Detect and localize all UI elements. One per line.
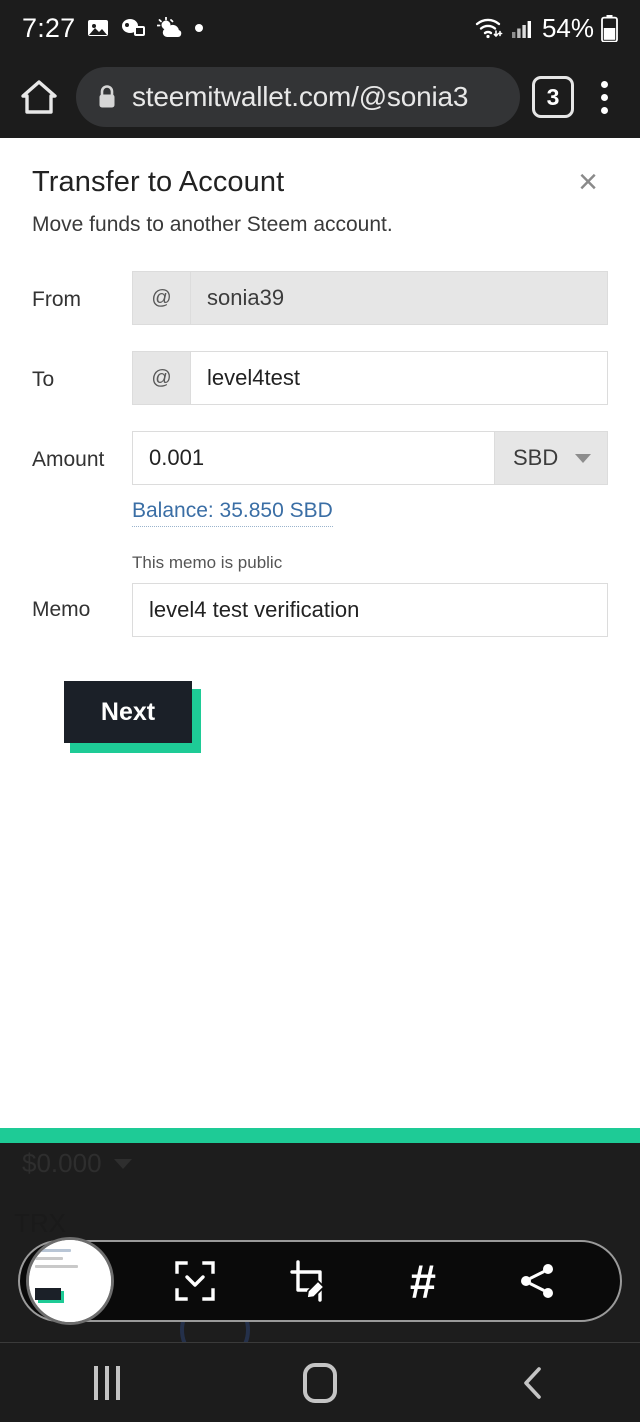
to-input[interactable]: level4test <box>190 351 608 405</box>
to-input-group[interactable]: @ level4test <box>132 351 608 405</box>
status-time: 7:27 <box>22 13 75 44</box>
screenshot-thumbnail[interactable] <box>26 1237 114 1325</box>
transfer-modal: × Transfer to Account Move funds to anot… <box>0 138 640 749</box>
browser-toolbar: steemitwallet.com/@sonia3 3 <box>0 56 640 138</box>
to-field-wrap: @ level4test <box>132 351 608 405</box>
page-content: × Transfer to Account Move funds to anot… <box>0 138 640 1128</box>
thumb-line <box>35 1249 71 1252</box>
amount-input[interactable]: 0.001 <box>132 431 495 485</box>
from-input-group: @ sonia39 <box>132 271 608 325</box>
image-icon <box>86 16 110 40</box>
from-field-wrap: @ sonia39 <box>132 271 608 325</box>
background-token-label: TRX <box>14 1208 66 1239</box>
url-text: steemitwallet.com/@sonia3 <box>132 81 468 113</box>
accent-divider <box>0 1128 640 1143</box>
memo-hint: This memo is public <box>132 553 608 573</box>
thumb-line <box>35 1265 78 1268</box>
memo-input[interactable]: level4 test verification <box>132 583 608 637</box>
modal-subtitle: Move funds to another Steem account. <box>32 213 608 237</box>
status-bar-right: 54% <box>474 13 618 44</box>
form-row-from: From @ sonia39 <box>32 271 608 325</box>
hashtag-glyph: # <box>410 1258 436 1305</box>
battery-percent: 54% <box>542 13 594 44</box>
scroll-capture-icon[interactable] <box>166 1252 224 1310</box>
android-nav-bar <box>0 1342 640 1422</box>
currency-value: SBD <box>513 445 558 471</box>
more-options-icon[interactable] <box>582 75 626 119</box>
thumb-button <box>35 1288 61 1300</box>
status-bar-left: 7:27 <box>22 13 474 44</box>
next-button-wrap: Next <box>64 681 200 749</box>
next-button[interactable]: Next <box>64 681 192 743</box>
tab-count-button[interactable]: 3 <box>532 76 574 118</box>
page-title: Transfer to Account <box>32 166 608 199</box>
status-bar: 7:27 <box>0 0 640 56</box>
recents-button[interactable] <box>52 1343 162 1422</box>
phone-screen: 7:27 <box>0 0 640 1422</box>
close-icon[interactable]: × <box>566 160 610 204</box>
cellular-signal-icon <box>511 17 535 39</box>
from-input: sonia39 <box>190 271 608 325</box>
lock-icon <box>96 84 118 110</box>
dot-icon <box>194 23 204 33</box>
form-row-to: To @ level4test <box>32 351 608 405</box>
currency-select[interactable]: SBD <box>495 431 608 485</box>
thumb-line <box>35 1257 63 1260</box>
back-chevron-icon <box>516 1363 550 1403</box>
from-label: From <box>32 271 132 312</box>
weather-icon <box>157 17 183 39</box>
wifi-icon <box>474 16 504 40</box>
memo-label: Memo <box>32 553 132 622</box>
crop-edit-icon[interactable] <box>280 1252 338 1310</box>
amount-input-group: 0.001 SBD <box>132 431 608 485</box>
back-button[interactable] <box>478 1343 588 1422</box>
chevron-down-icon <box>575 454 591 463</box>
at-sign-prefix-to: @ <box>132 351 190 405</box>
share-icon[interactable] <box>508 1252 566 1310</box>
address-bar[interactable]: steemitwallet.com/@sonia3 <box>76 67 520 127</box>
recents-icon <box>94 1366 120 1400</box>
screenshot-thumbnail-preview <box>29 1240 111 1322</box>
form-row-amount: Amount 0.001 SBD Balance: 35.850 SBD <box>32 431 608 527</box>
home-icon[interactable] <box>14 72 64 122</box>
home-square-icon <box>303 1363 337 1403</box>
battery-icon <box>601 15 618 42</box>
at-sign-prefix-from: @ <box>132 271 190 325</box>
game-controller-icon <box>121 17 146 39</box>
transfer-form: From @ sonia39 To @ level4test <box>32 271 608 637</box>
amount-label: Amount <box>32 431 132 472</box>
chevron-down-icon-background <box>114 1159 132 1169</box>
background-price-value: $0.000 <box>22 1148 102 1179</box>
amount-field-wrap: 0.001 SBD Balance: 35.850 SBD <box>132 431 608 527</box>
form-row-memo: Memo This memo is public level4 test ver… <box>32 553 608 637</box>
balance-link[interactable]: Balance: 35.850 SBD <box>132 499 333 527</box>
home-button[interactable] <box>265 1343 375 1422</box>
background-price: $0.000 <box>22 1148 132 1179</box>
memo-field-wrap: This memo is public level4 test verifica… <box>132 553 608 637</box>
to-label: To <box>32 351 132 392</box>
hashtag-tag-icon[interactable]: # <box>394 1252 452 1310</box>
